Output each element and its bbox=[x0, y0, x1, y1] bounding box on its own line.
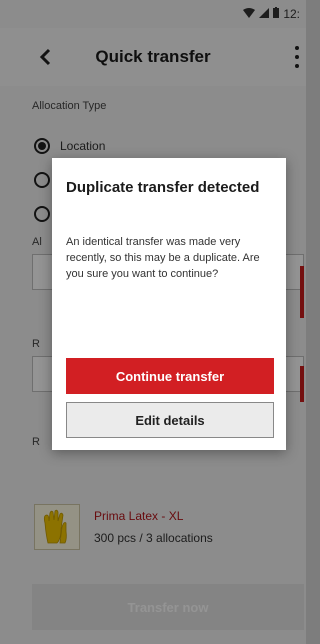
continue-transfer-button[interactable]: Continue transfer bbox=[66, 358, 274, 394]
dialog-message: An identical transfer was made very rece… bbox=[66, 236, 260, 280]
dialog-title: Duplicate transfer detected bbox=[66, 179, 260, 196]
edit-details-button[interactable]: Edit details bbox=[66, 402, 274, 438]
duplicate-dialog: Duplicate transfer detected An identical… bbox=[52, 158, 286, 450]
